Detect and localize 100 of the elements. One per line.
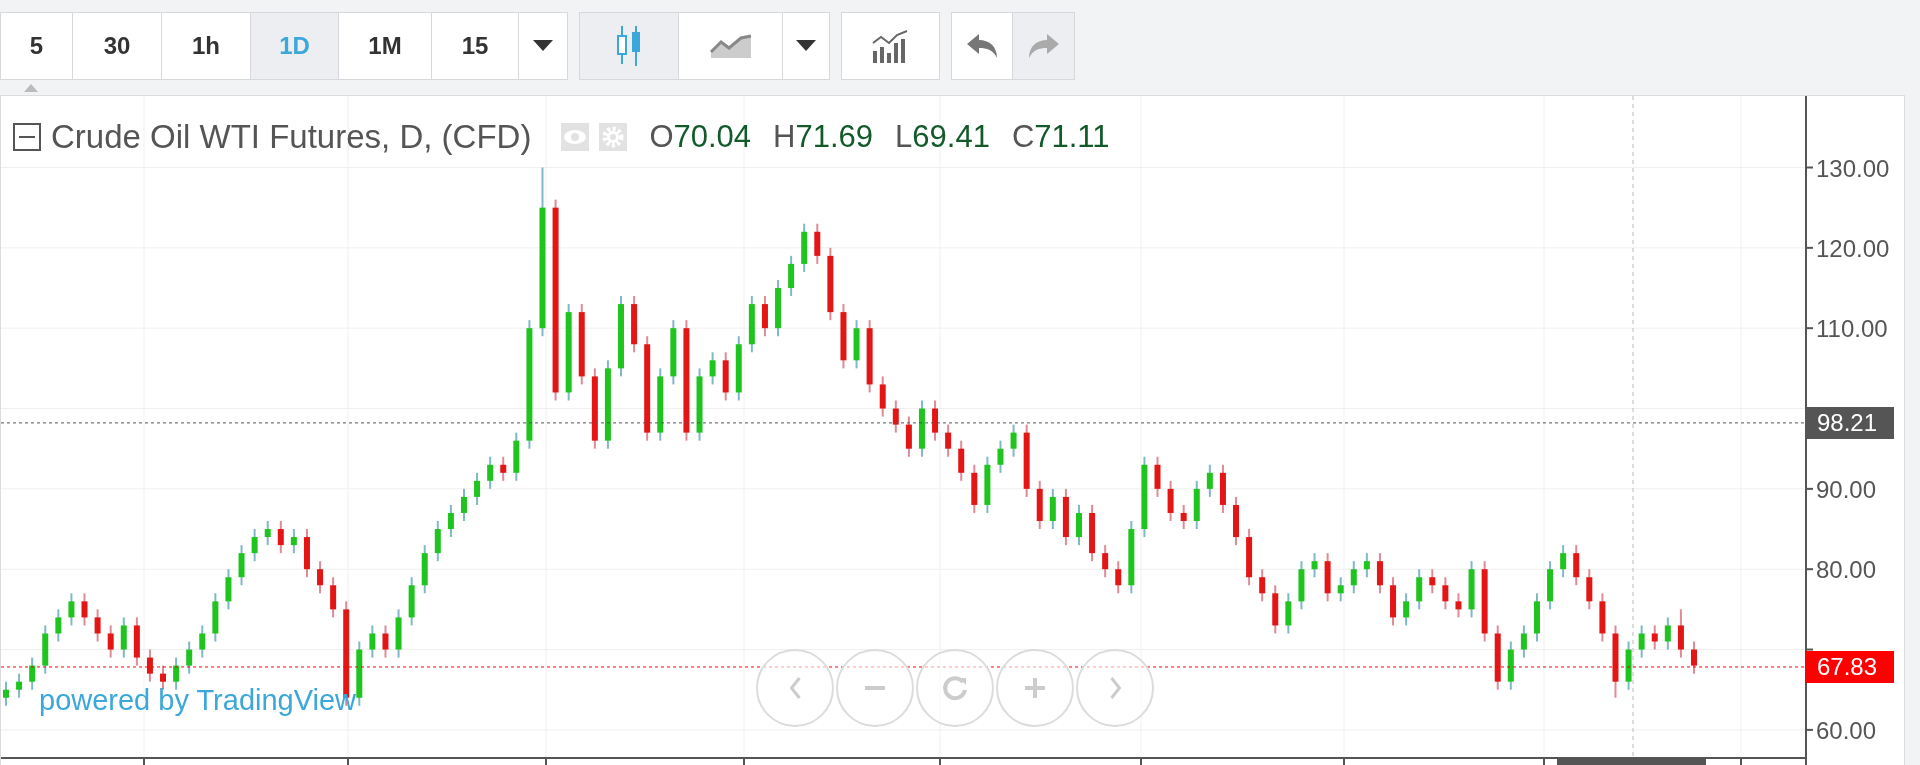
ohlc-value: L69.41 [895, 119, 990, 155]
candle [775, 279, 782, 338]
candle [1573, 544, 1580, 587]
candle [81, 592, 88, 627]
candle [1534, 592, 1540, 643]
candle [1416, 568, 1423, 611]
axis-label: 60.00 [1816, 716, 1877, 744]
candle [918, 399, 925, 458]
candle [1403, 592, 1410, 627]
candle [1062, 487, 1069, 547]
axis-label: 130.00 [1816, 154, 1890, 182]
ohlc-value: C71.11 [1011, 119, 1110, 155]
candle [303, 528, 310, 579]
candle [146, 648, 153, 683]
candle [1664, 616, 1671, 651]
candle [474, 471, 481, 506]
candle [1324, 552, 1331, 603]
candle [1285, 592, 1292, 635]
candle [395, 608, 402, 659]
ohlc-value: O70.04 [649, 119, 752, 155]
candle [971, 463, 978, 514]
candle [984, 455, 991, 514]
candlestick-icon [616, 24, 642, 68]
candle [1560, 544, 1567, 579]
candle [212, 592, 219, 643]
price-label: 67.83 [1805, 650, 1894, 683]
candle [330, 576, 337, 619]
candle [29, 656, 36, 691]
candle [1102, 544, 1109, 579]
candle [1677, 608, 1684, 659]
candle [1154, 455, 1161, 498]
candle [1455, 592, 1462, 619]
candle [68, 592, 75, 627]
candle [1586, 568, 1593, 611]
collapse-icon [24, 84, 38, 92]
candle [42, 624, 49, 675]
candle [1206, 463, 1213, 498]
candle [761, 295, 768, 338]
candle [840, 303, 847, 370]
candle [1468, 560, 1475, 619]
candle [94, 608, 101, 643]
candle [1390, 576, 1397, 627]
candle [199, 624, 206, 659]
candle [1547, 560, 1554, 611]
candle [1115, 560, 1122, 595]
candle [1089, 503, 1096, 563]
candle [120, 616, 127, 659]
candle [1651, 624, 1658, 651]
candle [1272, 584, 1279, 635]
candle [1167, 479, 1174, 522]
candle [735, 335, 742, 402]
candle [1507, 640, 1514, 691]
candle [1638, 624, 1645, 659]
candle [1625, 640, 1632, 691]
axis-label: 120.00 [1816, 234, 1890, 262]
chevron-left-icon [789, 676, 801, 700]
candle [461, 487, 467, 522]
candle [1691, 640, 1697, 675]
axis-label: 90.00 [1816, 475, 1877, 503]
candle [958, 439, 965, 482]
candle [1350, 560, 1357, 595]
candle [186, 640, 193, 675]
axis-label: 110.00 [1816, 315, 1888, 343]
candle [892, 399, 899, 434]
candle [1219, 463, 1226, 514]
candle [1076, 503, 1082, 547]
chart-style-button[interactable] [580, 13, 679, 79]
candle [1246, 528, 1253, 587]
candle [879, 375, 886, 418]
candle [801, 222, 808, 273]
gear-icon [599, 123, 628, 151]
candle [1599, 592, 1606, 643]
candle [421, 544, 428, 595]
candle [1010, 423, 1017, 458]
undo-icon [965, 32, 999, 60]
reset-icon [941, 674, 969, 702]
candle [1363, 552, 1370, 579]
candle [1442, 576, 1449, 611]
candle [487, 455, 494, 490]
candle [722, 351, 729, 402]
candle [670, 319, 677, 386]
minus-icon [865, 686, 885, 690]
candle [1180, 503, 1187, 531]
price-label: 98.21 [1805, 406, 1894, 439]
candle [290, 528, 297, 555]
candle [500, 455, 507, 482]
area-chart-icon [708, 32, 753, 60]
chart-title: Crude Oil WTI Futures, D, (CFD) [51, 118, 532, 156]
candle [814, 222, 821, 265]
candle [1376, 552, 1383, 595]
candle [1036, 479, 1043, 531]
candle [3, 680, 9, 707]
eye-icon [561, 123, 590, 151]
candle [1193, 479, 1200, 531]
candle [16, 672, 23, 699]
candle [1233, 495, 1239, 547]
candle [277, 520, 284, 555]
candle [513, 431, 520, 482]
collapse-icon [13, 123, 41, 151]
candle [1298, 560, 1305, 611]
